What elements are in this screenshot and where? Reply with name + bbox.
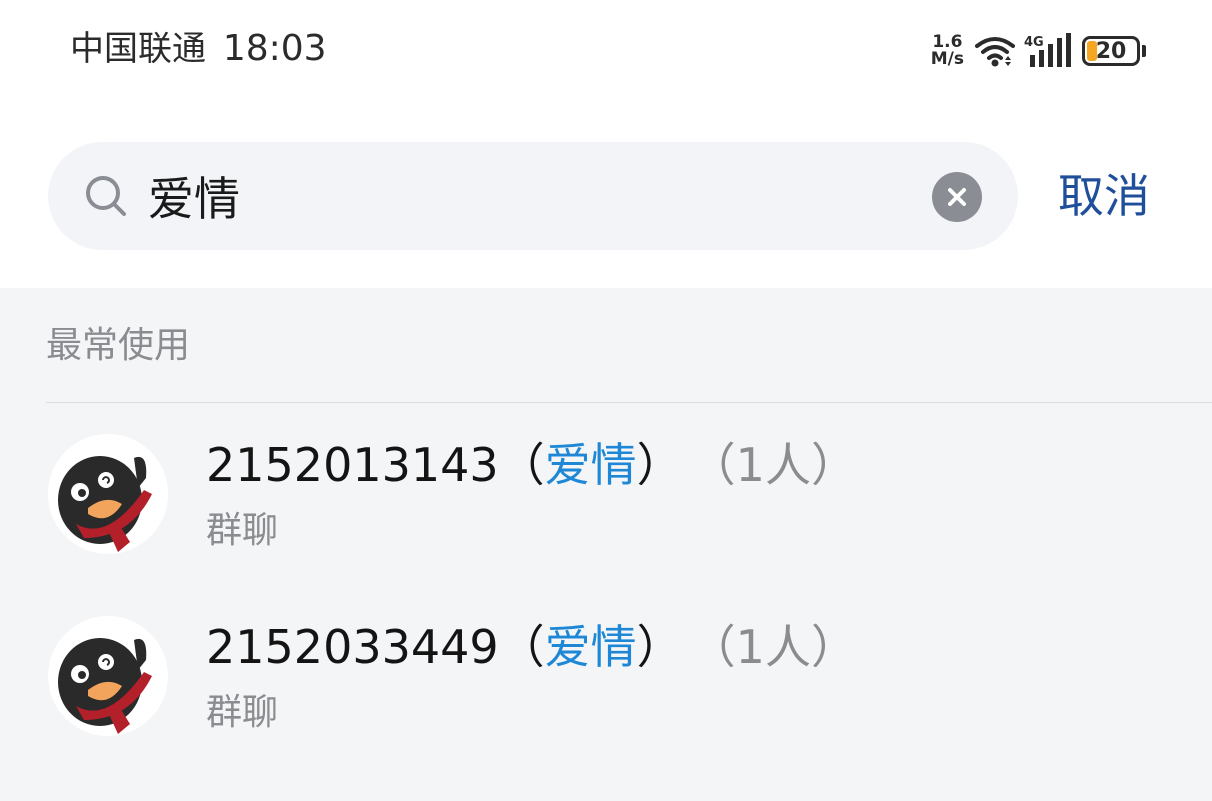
search-box[interactable] <box>48 142 1018 250</box>
search-input[interactable] <box>148 162 908 230</box>
result-subtitle: 群聊 <box>206 692 279 733</box>
battery-icon: 20 <box>1082 36 1140 66</box>
battery-level: 20 <box>1095 38 1127 64</box>
phone-screen: 中国联通 18:03 1.6 M/s 4G 20 爱情 取消 最常使用 2152… <box>0 0 1212 801</box>
network-speed-unit: M/s <box>930 49 964 69</box>
divider <box>46 402 1212 403</box>
list-item[interactable]: 2152033449（爱情） （1人） 群聊 <box>0 616 1212 796</box>
open-paren: （ <box>498 438 545 492</box>
battery-tip <box>1142 45 1146 57</box>
penguin-avatar-icon <box>48 434 168 554</box>
status-bar: 中国联通 18:03 1.6 M/s 4G 20 <box>0 0 1212 100</box>
penguin-avatar-icon <box>48 616 168 736</box>
list-item[interactable]: 2152013143（爱情） （1人） 群聊 <box>0 434 1212 614</box>
open-paren: （ <box>498 620 545 674</box>
carrier-time: 中国联通 18:03 <box>70 26 327 72</box>
group-id: 2152013143 <box>206 438 499 492</box>
network-speed: 1.6 M/s <box>931 34 964 68</box>
group-id: 2152033449 <box>206 620 499 674</box>
member-count: （1人） <box>712 620 857 674</box>
search-icon <box>86 176 126 216</box>
result-title: 2152013143（爱情） （1人） <box>206 434 857 496</box>
match-highlight: 爱情 <box>544 620 637 674</box>
clock-time: 18:03 <box>222 28 327 69</box>
section-title: 最常使用 <box>46 325 191 366</box>
member-count: （1人） <box>712 438 857 492</box>
match-highlight: 爱情 <box>544 438 637 492</box>
wifi-icon <box>975 37 1015 67</box>
status-icons: 1.6 M/s 4G 20 <box>931 30 1146 72</box>
close-icon <box>948 188 966 206</box>
search-results: 最常使用 2152013143（爱情） （1人） 群聊 2152033449（爱… <box>0 288 1212 801</box>
carrier-name: 中国联通 <box>70 29 206 69</box>
signal-icon: 4G <box>1024 33 1071 67</box>
close-paren: ） <box>636 620 683 674</box>
cancel-button[interactable]: 取消 <box>1058 166 1150 226</box>
close-paren: ） <box>636 438 683 492</box>
signal-label: 4G <box>1024 35 1044 50</box>
search-bar: 取消 <box>0 100 1212 288</box>
result-title: 2152033449（爱情） （1人） <box>206 616 857 678</box>
result-subtitle: 群聊 <box>206 510 279 551</box>
clear-icon[interactable] <box>932 172 982 222</box>
